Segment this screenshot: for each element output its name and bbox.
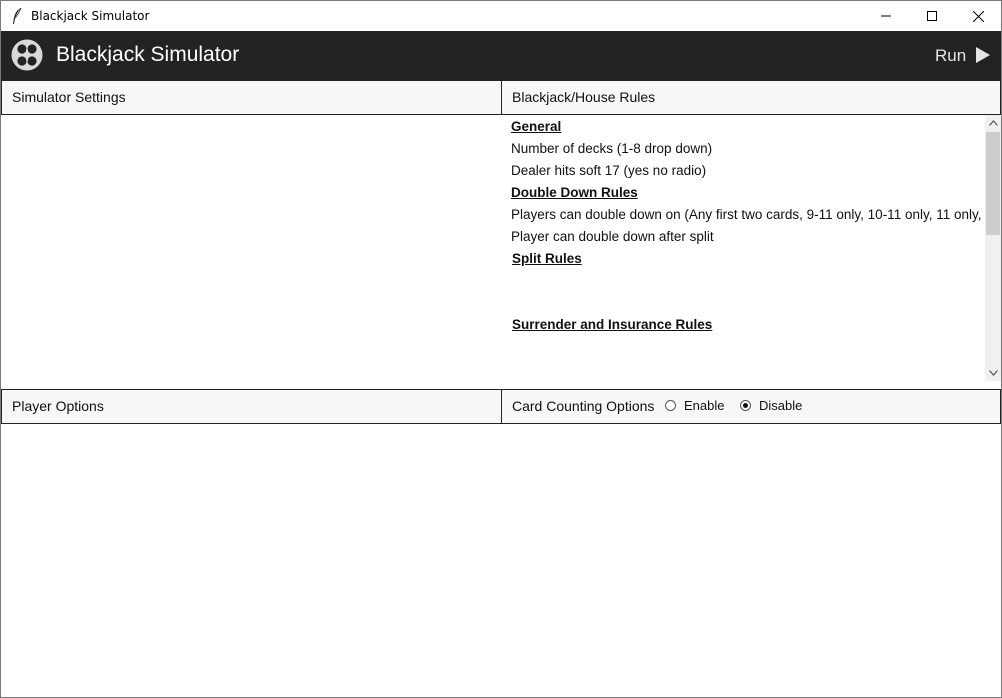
window-title: Blackjack Simulator (31, 9, 150, 23)
app-window: Blackjack Simulator Blackjack Simulator … (0, 0, 1002, 698)
decks-rule: Number of decks (1-8 drop down) (511, 141, 713, 156)
simulator-settings-panel (1, 115, 501, 389)
chevron-up-icon (988, 120, 998, 126)
double-down-heading: Double Down Rules (511, 185, 638, 200)
surrender-heading: Surrender and Insurance Rules (512, 317, 713, 332)
window-titlebar: Blackjack Simulator (1, 1, 1001, 31)
maximize-icon (927, 11, 937, 21)
card-suits-logo-icon (11, 39, 43, 71)
disable-label: Disable (759, 398, 803, 413)
rules-scrollbar[interactable] (985, 115, 1001, 381)
simulator-settings-header: Simulator Settings (1, 80, 502, 115)
split-heading: Split Rules (512, 251, 582, 266)
double-down-cards-rule: Players can double down on (Any first tw… (511, 207, 982, 222)
player-options-panel (1, 424, 1001, 697)
disable-option[interactable]: Disable (740, 398, 802, 413)
maximize-button[interactable] (909, 1, 955, 31)
play-icon[interactable] (975, 46, 991, 64)
house-rules-panel: General Number of decks (1-8 drop down) … (502, 115, 985, 381)
minimize-icon (881, 15, 891, 17)
card-counting-label: Card Counting Options (512, 398, 655, 414)
disable-radio[interactable] (740, 400, 751, 411)
close-icon (972, 10, 984, 22)
house-rules-header: Blackjack/House Rules (501, 80, 1001, 115)
dealer-soft17-rule: Dealer hits soft 17 (yes no radio) (511, 163, 707, 178)
minimize-button[interactable] (863, 1, 909, 31)
enable-option[interactable]: Enable (665, 398, 724, 413)
enable-radio[interactable] (665, 400, 676, 411)
scroll-up-button[interactable] (985, 115, 1001, 131)
scroll-thumb[interactable] (986, 132, 1000, 235)
run-button[interactable]: Run (935, 46, 966, 66)
feather-icon (13, 7, 22, 24)
app-header: Blackjack Simulator Run (1, 31, 1001, 80)
general-heading: General (511, 119, 562, 134)
chevron-down-icon (988, 370, 998, 376)
app-title: Blackjack Simulator (56, 43, 240, 66)
double-after-split-rule: Player can double down after split (511, 229, 714, 244)
close-button[interactable] (955, 1, 1001, 31)
enable-label: Enable (684, 398, 725, 413)
player-options-header: Player Options (1, 389, 502, 424)
scroll-down-button[interactable] (985, 365, 1001, 381)
